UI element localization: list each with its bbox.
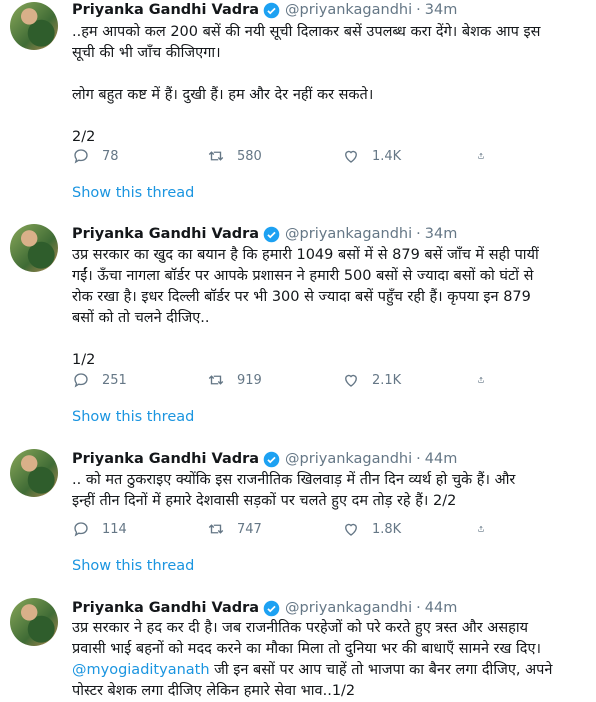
show-thread-link[interactable]: Show this thread xyxy=(72,185,194,201)
retweet-count: 580 xyxy=(237,148,262,164)
reply-icon xyxy=(74,522,88,537)
tweet-line: उप्र सरकार का खुद का बयान है कि हमारी 10… xyxy=(72,247,539,263)
like-button[interactable]: 1.8K xyxy=(342,520,477,538)
show-thread-link[interactable]: Show this thread xyxy=(72,409,194,425)
reply-button[interactable]: 114 xyxy=(72,520,207,538)
avatar[interactable] xyxy=(10,2,58,50)
tweet[interactable]: Priyanka Gandhi Vadra @priyankagandhi · … xyxy=(0,590,596,699)
reply-count: 251 xyxy=(102,372,127,388)
reply-icon xyxy=(74,149,88,164)
reply-icon xyxy=(74,373,88,388)
retweet-button[interactable]: 747 xyxy=(207,520,342,538)
tweet-line: ..हम आपको कल 200 बसें की नयी सूची दिलाकर… xyxy=(72,24,541,40)
retweet-button[interactable]: 580 xyxy=(207,147,342,165)
tweet-text: उप्र सरकार ने हद कर दी है। जब राजनीतिक प… xyxy=(72,618,587,702)
share-button[interactable] xyxy=(477,520,497,538)
share-icon xyxy=(478,376,484,383)
retweet-icon xyxy=(208,524,224,534)
tweet[interactable]: Priyanka Gandhi Vadra @priyankagandhi · … xyxy=(0,0,596,213)
reply-count: 114 xyxy=(102,521,127,537)
tweet-actions: 251 919 2.1K xyxy=(72,369,502,391)
like-count: 2.1K xyxy=(372,372,402,388)
share-button[interactable] xyxy=(477,147,497,165)
tweet[interactable]: Priyanka Gandhi Vadra @priyankagandhi · … xyxy=(0,212,596,438)
timestamp[interactable]: 34m xyxy=(425,226,458,242)
like-icon xyxy=(345,523,357,536)
author-name[interactable]: Priyanka Gandhi Vadra xyxy=(72,2,259,18)
tweet-feed: Priyanka Gandhi Vadra @priyankagandhi · … xyxy=(0,0,596,699)
tweet-text: .. को मत ठुकराइए क्योंकि इस राजनीतिक खिल… xyxy=(72,470,587,512)
author-name[interactable]: Priyanka Gandhi Vadra xyxy=(72,451,259,467)
avatar[interactable] xyxy=(10,598,58,646)
share-icon xyxy=(478,525,484,532)
reply-count: 78 xyxy=(102,148,119,164)
tweet-text: उप्र सरकार का खुद का बयान है कि हमारी 10… xyxy=(72,245,587,371)
tweet-actions: 78 580 1.4K xyxy=(72,145,502,167)
tweet-line: रोक रखा है। इधर दिल्ली बॉर्डर पर भी 300 … xyxy=(72,289,531,305)
mention-link[interactable]: @myogiadityanath xyxy=(72,662,210,678)
like-icon xyxy=(345,374,357,387)
reply-button[interactable]: 251 xyxy=(72,371,207,389)
verified-badge-icon xyxy=(263,451,280,467)
timestamp[interactable]: 44m xyxy=(425,451,458,467)
tweet-line: पोस्टर बेशक लगा दीजिए लेकिन हमारे सेवा भ… xyxy=(72,683,356,699)
reply-button[interactable]: 78 xyxy=(72,147,207,165)
retweet-count: 747 xyxy=(237,521,262,537)
retweet-icon xyxy=(208,375,224,385)
tweet-line: @myogiadityanath जी इन बसों पर आप चाहें … xyxy=(72,660,587,681)
author-handle[interactable]: @priyankagandhi xyxy=(285,600,412,616)
separator-dot: · xyxy=(416,226,421,242)
timestamp[interactable]: 44m xyxy=(425,600,458,616)
tweet[interactable]: Priyanka Gandhi Vadra @priyankagandhi · … xyxy=(0,437,596,591)
verified-badge-icon xyxy=(263,600,280,616)
like-icon xyxy=(345,150,357,163)
share-button[interactable] xyxy=(477,371,497,389)
retweet-button[interactable]: 919 xyxy=(207,371,342,389)
separator-dot: · xyxy=(416,2,421,18)
retweet-count: 919 xyxy=(237,372,262,388)
like-count: 1.8K xyxy=(372,521,402,537)
like-button[interactable]: 1.4K xyxy=(342,147,477,165)
separator-dot: · xyxy=(416,600,421,616)
tweet-line: लोग बहुत कष्ट में हैं। दुखी हैं। हम और द… xyxy=(72,87,374,103)
tweet-line: .. को मत ठुकराइए क्योंकि इस राजनीतिक खिल… xyxy=(72,472,516,488)
tweet-actions: 114 747 1.8K xyxy=(72,518,502,540)
tweet-header: Priyanka Gandhi Vadra @priyankagandhi · … xyxy=(72,598,457,618)
author-handle[interactable]: @priyankagandhi xyxy=(285,451,412,467)
author-name[interactable]: Priyanka Gandhi Vadra xyxy=(72,600,259,616)
separator-dot: · xyxy=(416,451,421,467)
tweet-line: उप्र सरकार ने हद कर दी है। जब राजनीतिक प… xyxy=(72,620,529,636)
tweet-header: Priyanka Gandhi Vadra @priyankagandhi · … xyxy=(72,224,457,244)
retweet-icon xyxy=(208,151,224,161)
author-handle[interactable]: @priyankagandhi xyxy=(285,226,412,242)
author-handle[interactable]: @priyankagandhi xyxy=(285,2,412,18)
tweet-line: 1/2 xyxy=(72,352,96,368)
tweet-line: बसों को तो चलने दीजिए.. xyxy=(72,310,210,326)
tweet-header: Priyanka Gandhi Vadra @priyankagandhi · … xyxy=(72,0,457,20)
tweet-line: इन्हीं तीन दिनों में हमारे देशवासी सड़को… xyxy=(72,493,457,509)
verified-badge-icon xyxy=(263,226,280,242)
like-button[interactable]: 2.1K xyxy=(342,371,477,389)
tweet-text: ..हम आपको कल 200 बसें की नयी सूची दिलाकर… xyxy=(72,22,587,148)
tweet-line: सूची की भी जाँच कीजिएगा। xyxy=(72,45,221,61)
show-thread-link[interactable]: Show this thread xyxy=(72,558,194,574)
tweet-line: गईं। ऊँचा नागला बॉर्डर पर आपके प्रशासन न… xyxy=(72,268,534,284)
verified-badge-icon xyxy=(263,2,280,18)
share-icon xyxy=(478,152,484,159)
tweet-line: प्रवासी भाई बहनों को मदद करने का मौका मि… xyxy=(72,641,541,657)
avatar[interactable] xyxy=(10,224,58,272)
avatar[interactable] xyxy=(10,449,58,497)
tweet-line-text: जी इन बसों पर आप चाहें तो भाजपा का बैनर … xyxy=(209,662,553,678)
like-count: 1.4K xyxy=(372,148,402,164)
author-name[interactable]: Priyanka Gandhi Vadra xyxy=(72,226,259,242)
timestamp[interactable]: 34m xyxy=(425,2,458,18)
tweet-header: Priyanka Gandhi Vadra @priyankagandhi · … xyxy=(72,449,457,469)
